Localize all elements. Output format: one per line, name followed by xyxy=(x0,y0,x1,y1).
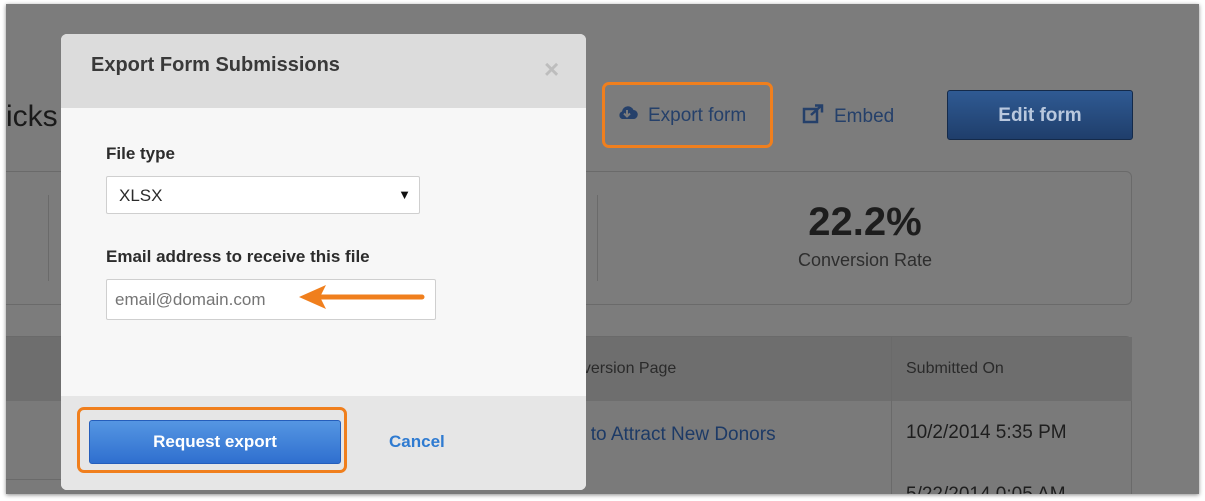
stats-divider xyxy=(48,195,49,281)
arrow-annotation xyxy=(299,285,425,309)
page-title: icks xyxy=(6,100,58,133)
email-label: Email address to receive this file xyxy=(106,247,370,266)
file-type-value: XLSX xyxy=(119,186,163,205)
column-header-conversion-page: nversion Page xyxy=(574,360,677,377)
dialog-title: Export Form Submissions xyxy=(91,54,340,76)
file-type-select[interactable]: XLSX ▼ xyxy=(106,176,420,214)
stats-divider xyxy=(597,195,598,281)
embed-label: Embed xyxy=(834,106,895,127)
screenshot-frame: icks Export form Embed Edit form 22.2% C… xyxy=(6,4,1199,494)
cancel-button[interactable]: Cancel xyxy=(389,432,445,452)
edit-form-button[interactable]: Edit form xyxy=(947,90,1133,140)
conversion-rate-value: 22.2% xyxy=(808,200,922,244)
export-highlight-box xyxy=(602,82,773,148)
conversion-page-link[interactable]: s to Attract New Donors xyxy=(576,424,776,446)
conversion-rate-label: Conversion Rate xyxy=(797,250,933,270)
file-type-label: File type xyxy=(106,144,175,163)
column-header-submitted-on: Submitted On xyxy=(906,360,1004,377)
embed-link[interactable]: Embed xyxy=(802,104,894,130)
submitted-on-cell: 10/2/2014 5:35 PM xyxy=(906,422,1067,443)
external-link-icon xyxy=(802,104,824,130)
submitted-on-cell: 5/22/2014 0:05 AM xyxy=(906,484,1066,494)
request-highlight-box xyxy=(77,407,347,473)
close-icon[interactable]: × xyxy=(544,56,559,82)
caret-down-icon: ▼ xyxy=(398,187,411,202)
column-separator xyxy=(891,337,892,494)
